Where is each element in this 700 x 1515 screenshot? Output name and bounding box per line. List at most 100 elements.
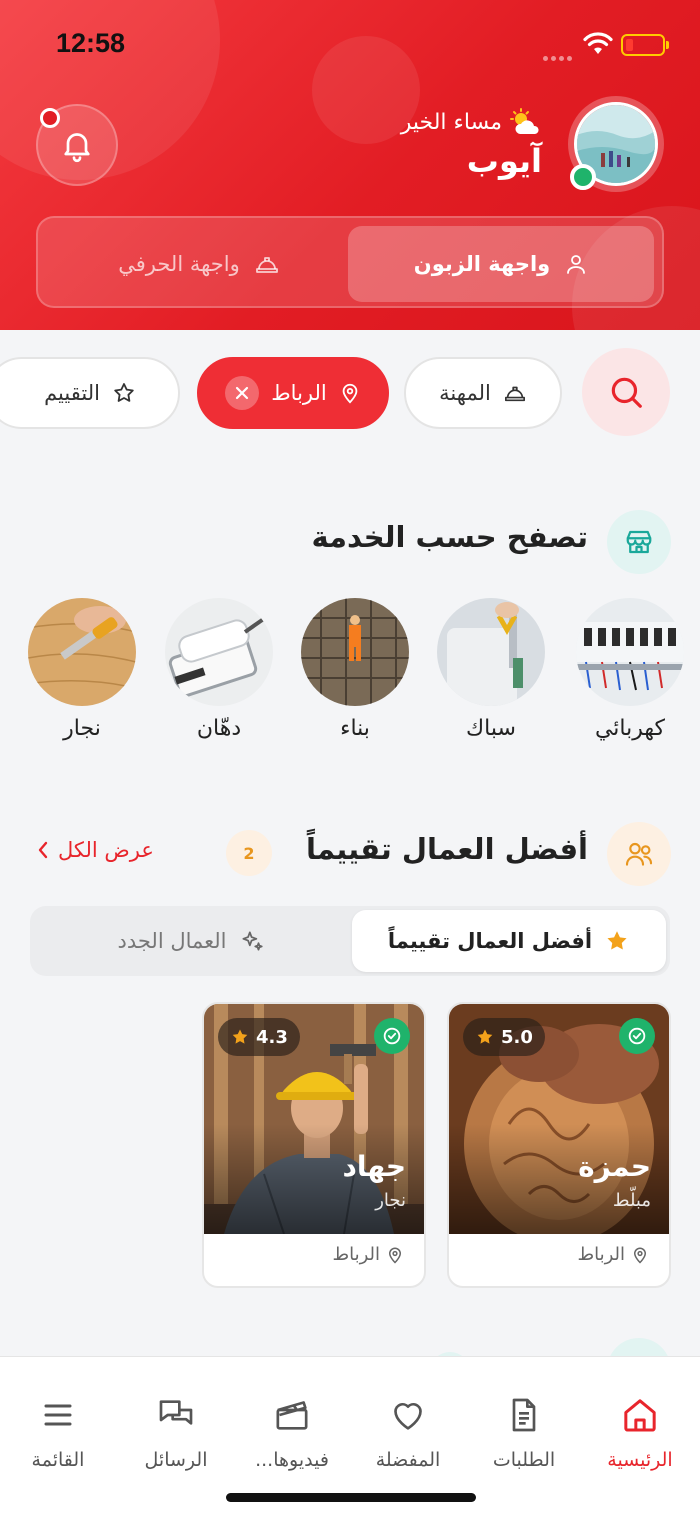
verified-badge <box>619 1018 655 1054</box>
chat-icon <box>159 1400 193 1425</box>
worker-name: جهاد <box>342 1150 406 1183</box>
category-list: كهربائي سباك بناء دهّان نجار <box>0 598 700 748</box>
worker-job: مبلّط <box>612 1190 651 1211</box>
clapperboard-icon <box>276 1401 308 1430</box>
close-icon <box>236 386 249 400</box>
tab-top-rated[interactable]: أفضل العمال تقييماً <box>352 910 666 972</box>
online-status-dot <box>570 164 596 190</box>
chevron-left-icon <box>38 841 48 859</box>
top-workers-title: أفضل العمال تقييماً <box>305 832 588 866</box>
greeting: مساء الخير <box>401 108 542 136</box>
see-all-label: عرض الكل <box>58 838 154 862</box>
browse-section-header: تصفح حسب الخدمة <box>0 508 700 578</box>
app-header: 12:58 مساء الخير آيوب واجهة الزبون واجهة… <box>0 0 700 330</box>
hard-hat-icon <box>255 257 278 273</box>
profession-filter-chip[interactable]: المهنة <box>404 357 562 429</box>
rating-value: 5.0 <box>501 1026 533 1048</box>
category-plumber[interactable]: سباك <box>431 598 551 741</box>
category-label: سباك <box>466 716 516 741</box>
rating-filter-label: التقييم <box>44 381 100 405</box>
rating-badge: 4.3 <box>218 1018 300 1056</box>
browse-section-title: تصفح حسب الخدمة <box>311 520 588 554</box>
check-circle-icon <box>383 1027 401 1045</box>
nav-orders-label: الطلبات <box>492 1449 556 1471</box>
star-outline-icon <box>114 383 134 402</box>
artisan-mode-tab[interactable]: واجهة الحرفي <box>46 226 352 302</box>
user-name: آيوب <box>466 142 542 180</box>
nav-videos[interactable]: فيديوها... <box>234 1393 350 1471</box>
category-image <box>301 598 409 706</box>
category-label: كهربائي <box>594 716 666 741</box>
tab-top-rated-label: أفضل العمال تقييماً <box>387 929 593 953</box>
tab-new-workers-label: العمال الجدد <box>117 929 227 953</box>
search-icon <box>611 377 642 408</box>
wifi-icon <box>583 32 613 54</box>
category-builder[interactable]: بناء <box>295 598 415 741</box>
nav-menu[interactable]: القائمة <box>0 1393 116 1471</box>
customer-mode-tab[interactable]: واجهة الزبون <box>348 226 654 302</box>
workers-count-badge: 2 <box>226 830 272 876</box>
mode-switch: واجهة الزبون واجهة الحرفي <box>36 216 664 308</box>
worker-location: الرباط <box>332 1244 404 1265</box>
battery-icon <box>621 34 669 56</box>
category-label: نجار <box>63 716 101 741</box>
customer-mode-label: واجهة الزبون <box>413 252 551 276</box>
nav-home[interactable]: الرئيسية <box>582 1393 698 1471</box>
worker-location-label: الرباط <box>577 1244 625 1265</box>
search-button[interactable] <box>582 348 670 436</box>
location-filter-label: الرباط <box>271 381 327 405</box>
worker-name: حمزة <box>578 1150 651 1183</box>
heart-icon <box>394 1402 422 1430</box>
home-icon <box>624 1399 656 1432</box>
category-label: دهّان <box>196 716 242 741</box>
category-image <box>28 598 136 706</box>
location-pin-icon <box>633 1247 647 1264</box>
status-bar: 12:58 <box>0 26 700 66</box>
nav-favorites-label: المفضلة <box>375 1449 441 1471</box>
profile-avatar-button[interactable] <box>568 96 664 192</box>
nav-favorites[interactable]: المفضلة <box>350 1393 466 1471</box>
signal-icon <box>543 46 575 65</box>
sparkles-icon <box>241 931 263 951</box>
location-pin-icon <box>342 383 358 404</box>
nav-orders[interactable]: الطلبات <box>466 1393 582 1471</box>
nav-home-label: الرئيسية <box>607 1449 673 1471</box>
worker-job: نجار <box>375 1190 406 1211</box>
category-image <box>437 598 545 706</box>
rating-badge: 5.0 <box>463 1018 545 1056</box>
hard-hat-icon <box>504 386 525 402</box>
clear-location-button[interactable] <box>225 376 260 410</box>
category-carpenter[interactable]: نجار <box>22 598 142 741</box>
store-icon <box>607 510 671 574</box>
sun-cloud-icon <box>510 108 539 134</box>
tab-new-workers[interactable]: العمال الجدد <box>34 910 348 972</box>
star-filled-icon <box>477 1029 493 1044</box>
status-time: 12:58 <box>56 28 126 58</box>
location-filter-chip[interactable]: الرباط <box>197 357 389 429</box>
category-label: بناء <box>340 716 370 741</box>
notifications-button[interactable] <box>36 104 118 186</box>
artisan-mode-label: واجهة الحرفي <box>118 252 240 276</box>
worker-card[interactable]: 5.0 حمزة مبلّط الرباط <box>447 1002 671 1288</box>
document-icon <box>512 1398 536 1432</box>
worker-card[interactable]: 4.3 جهاد نجار الرباط <box>202 1002 426 1288</box>
category-electrician[interactable]: كهربائي <box>570 598 690 741</box>
notification-dot <box>40 108 60 128</box>
star-filled-icon <box>232 1029 248 1044</box>
bell-icon <box>64 133 90 163</box>
location-pin-icon <box>388 1247 402 1264</box>
see-all-link[interactable]: عرض الكل <box>36 838 154 862</box>
users-icon <box>607 822 671 886</box>
nav-messages[interactable]: الرسائل <box>118 1393 234 1471</box>
menu-icon <box>44 1404 72 1426</box>
worker-location: الرباط <box>577 1244 649 1265</box>
nav-videos-label: فيديوها... <box>255 1449 329 1471</box>
category-painter[interactable]: دهّان <box>159 598 279 741</box>
bottom-navigation: الرئيسية الطلبات المفضلة فيديوها... الرس… <box>0 1356 700 1515</box>
star-filled-icon <box>607 931 627 950</box>
category-image <box>576 598 684 706</box>
filter-bar: المهنة الرباط التقييم <box>0 348 700 438</box>
profession-filter-label: المهنة <box>439 381 491 405</box>
rating-filter-chip[interactable]: التقييم <box>0 357 180 429</box>
worker-location-label: الرباط <box>332 1244 380 1265</box>
